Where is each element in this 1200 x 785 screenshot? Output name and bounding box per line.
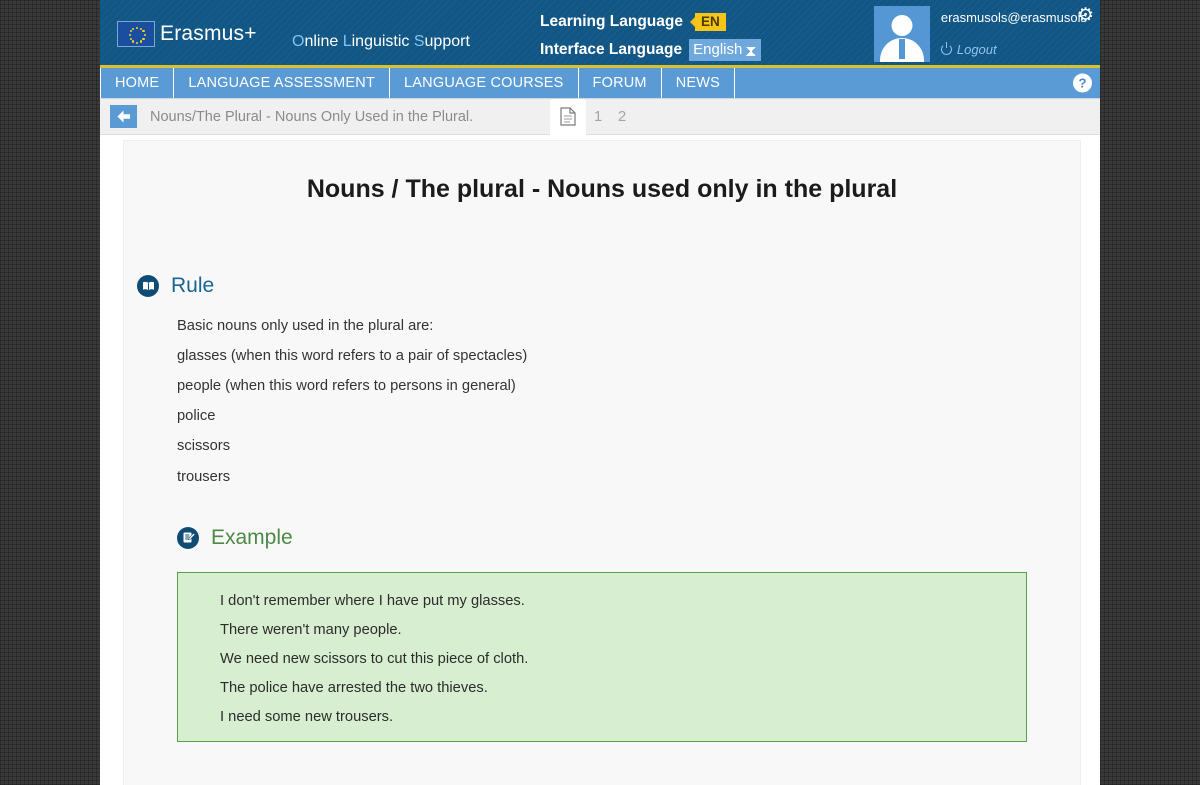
account-area: erasmusols@erasmusols Logout bbox=[873, 4, 1087, 62]
learning-language-label: Learning Language bbox=[540, 13, 683, 30]
ols-initial: L bbox=[342, 33, 352, 50]
nav-item-forum[interactable]: FORUM bbox=[579, 68, 662, 98]
breadcrumb-bar: Nouns/The Plural - Nouns Only Used in th… bbox=[100, 98, 1100, 135]
nav-item-language-assessment[interactable]: LANGUAGE ASSESSMENT bbox=[174, 68, 391, 98]
example-line: There weren't many people. bbox=[220, 621, 402, 638]
user-email: erasmusols@erasmusols bbox=[940, 10, 1087, 25]
document-page-icon[interactable] bbox=[550, 98, 586, 135]
breadcrumb: Nouns/The Plural - Nouns Only Used in th… bbox=[150, 108, 474, 125]
erasmus-brand[interactable]: Erasmus+ bbox=[117, 21, 257, 47]
book-icon bbox=[137, 275, 159, 297]
logout-button[interactable]: Logout bbox=[940, 42, 1087, 57]
back-arrow-icon bbox=[117, 110, 130, 123]
learning-language-badge[interactable]: EN bbox=[694, 12, 726, 32]
interface-language-label: Interface Language bbox=[540, 41, 683, 58]
example-line: The police have arrested the two thieves… bbox=[220, 679, 488, 696]
rule-heading: Rule bbox=[171, 274, 215, 297]
page-number-1[interactable]: 1 bbox=[586, 108, 610, 125]
site-header: Erasmus+ Online Linguistic Support Learn… bbox=[100, 0, 1100, 68]
example-line: We need new scissors to cut this piece o… bbox=[220, 650, 529, 667]
main-navigation: HOME LANGUAGE ASSESSMENT LANGUAGE COURSES F… bbox=[100, 68, 1100, 99]
rule-line: trousers bbox=[177, 468, 231, 485]
example-box: I don't remember where I have put my gla… bbox=[177, 571, 1027, 742]
browser-page: Erasmus+ Online Linguistic Support Learn… bbox=[100, 0, 1100, 785]
learning-language-row: Learning Language EN bbox=[540, 8, 761, 36]
ols-tagline: Online Linguistic Support bbox=[292, 33, 470, 50]
rule-line: police bbox=[177, 408, 216, 425]
ols-initial: S bbox=[413, 33, 425, 50]
logout-label: Logout bbox=[956, 42, 997, 57]
account-details: erasmusols@erasmusols Logout bbox=[940, 4, 1087, 57]
gear-icon[interactable]: ⚙ bbox=[1077, 6, 1094, 25]
rule-section-header: Rule bbox=[137, 274, 1080, 298]
notepad-pencil-icon bbox=[177, 526, 199, 549]
nav-item-language-courses[interactable]: LANGUAGE COURSES bbox=[390, 68, 579, 98]
rule-line: glasses (when this word refers to a pair… bbox=[177, 348, 528, 365]
rule-line: people (when this word refers to persons… bbox=[177, 378, 516, 395]
power-icon bbox=[940, 42, 952, 55]
eu-flag-icon bbox=[117, 21, 155, 47]
help-icon[interactable]: ? bbox=[1073, 73, 1092, 93]
avatar[interactable] bbox=[873, 6, 930, 62]
page-title: Nouns / The plural - Nouns used only in … bbox=[306, 175, 898, 203]
ols-initial: O bbox=[292, 33, 305, 50]
example-line: I need some new trousers. bbox=[220, 708, 394, 725]
brand-name: Erasmus+ bbox=[160, 22, 257, 45]
page-number-2[interactable]: 2 bbox=[610, 108, 634, 125]
lesson-card: Nouns / The plural - Nouns used only in … bbox=[123, 140, 1081, 785]
avatar-tie bbox=[898, 39, 905, 59]
interface-language-select[interactable]: English bbox=[689, 38, 762, 62]
example-section-header: Example bbox=[177, 526, 1080, 550]
rule-line: scissors bbox=[177, 438, 231, 455]
language-selectors: Learning Language EN Interface Language … bbox=[540, 8, 762, 64]
nav-item-home[interactable]: HOME bbox=[100, 68, 175, 98]
nav-item-news[interactable]: NEWS bbox=[662, 68, 736, 98]
page-pager: 1 2 bbox=[550, 98, 634, 135]
back-button[interactable] bbox=[110, 105, 137, 128]
rule-text: Basic nouns only used in the plural are:… bbox=[177, 317, 1080, 487]
example-line: I don't remember where I have put my gla… bbox=[220, 592, 525, 609]
example-heading: Example bbox=[211, 525, 293, 549]
rule-line: Basic nouns only used in the plural are: bbox=[177, 318, 434, 334]
avatar-head bbox=[891, 15, 913, 36]
interface-language-row: Interface Language English bbox=[540, 36, 762, 64]
